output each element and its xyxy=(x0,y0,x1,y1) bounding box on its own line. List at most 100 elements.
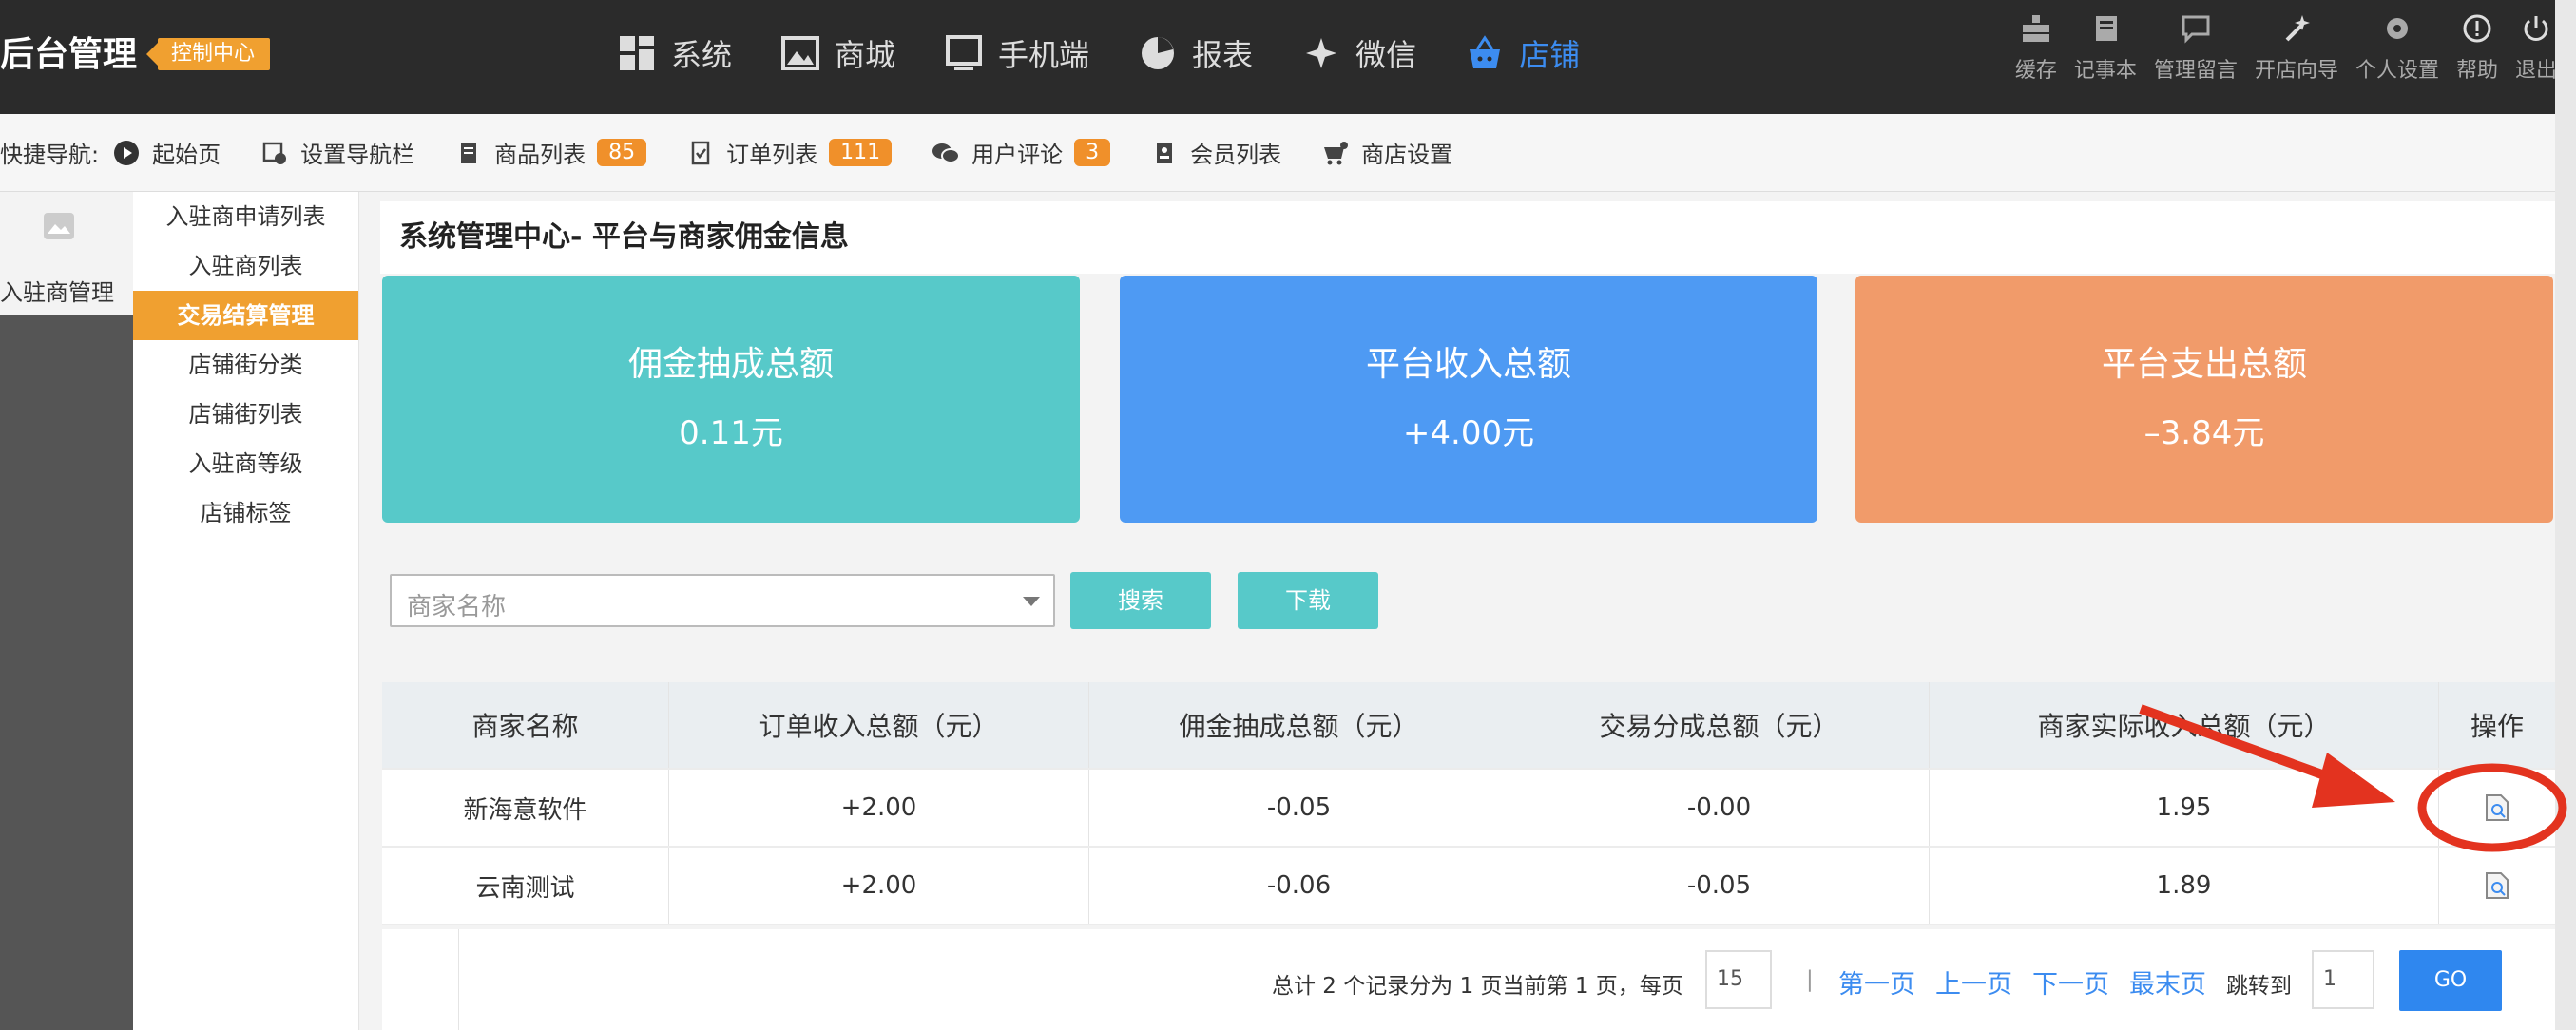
left-bar-merchant-label: 入驻商管理 xyxy=(0,279,114,306)
quick-nav-label: 快捷导航: xyxy=(0,142,100,168)
comment-icon xyxy=(932,139,961,167)
quick-nav-start[interactable]: 起始页 xyxy=(112,136,221,169)
table-header: 商家名称 订单收入总额（元） 佣金抽成总额（元） 交易分成总额（元） 商家实际收… xyxy=(382,682,2555,770)
tool-cache-label: 缓存 xyxy=(2014,59,2057,83)
nav-system-label: 系统 xyxy=(671,37,733,73)
quick-nav-orders[interactable]: 订单列表 111 xyxy=(686,136,893,169)
subnav-settlement-management[interactable]: 交易结算管理 xyxy=(133,291,358,340)
cell-actual-income: 1.95 xyxy=(1930,770,2439,846)
cell-commission: -0.05 xyxy=(1089,770,1509,846)
tool-logout-label: 退出 xyxy=(2514,59,2557,83)
subnav-street-categories[interactable]: 店铺街分类 xyxy=(133,340,358,390)
quick-nav-orders-label: 订单列表 xyxy=(726,142,818,168)
quick-nav-members[interactable]: 会员列表 xyxy=(1150,136,1281,169)
cell-commission: -0.06 xyxy=(1089,848,1509,924)
merchant-name-placeholder: 商家名称 xyxy=(407,593,507,621)
left-bar-merchant-management[interactable]: 入驻商管理 xyxy=(0,192,133,315)
main-content: 系统管理中心- 平台与商家佣金信息 佣金抽成总额 0.11元 平台收入总额 +4… xyxy=(380,201,2555,1030)
subnav-street-list[interactable]: 店铺街列表 xyxy=(133,390,358,439)
merchant-name-select[interactable]: 商家名称 xyxy=(390,574,1055,627)
col-transaction-share: 交易分成总额（元） xyxy=(1509,682,1930,768)
wechat-icon xyxy=(1302,34,1340,72)
nav-reports[interactable]: 报表 xyxy=(1139,25,1253,82)
first-page-link[interactable]: 第一页 xyxy=(1838,963,1915,1001)
tool-wizard-label: 开店向导 xyxy=(2254,59,2338,83)
view-detail-icon[interactable] xyxy=(2485,793,2509,822)
cell-actions xyxy=(2439,848,2555,924)
last-page-link[interactable]: 最末页 xyxy=(2129,963,2206,1001)
tool-messages-label: 管理留言 xyxy=(2153,59,2238,83)
scrollbar[interactable] xyxy=(2555,0,2576,1030)
subnav-merchant-applications[interactable]: 入驻商申请列表 xyxy=(133,192,358,241)
quick-nav-settings-label: 设置导航栏 xyxy=(300,142,415,168)
tool-notebook[interactable]: 记事本 xyxy=(2074,11,2137,84)
nav-mall-label: 商城 xyxy=(835,37,896,73)
chevron-down-icon xyxy=(1023,597,1040,606)
quick-nav-settings[interactable]: 设置导航栏 xyxy=(260,136,414,169)
table-row: 新海意软件 +2.00 -0.05 -0.00 1.95 xyxy=(382,770,2555,848)
search-button[interactable]: 搜索 xyxy=(1070,572,1211,629)
tool-help[interactable]: 帮助 xyxy=(2456,11,2498,84)
commission-table: 商家名称 订单收入总额（元） 佣金抽成总额（元） 交易分成总额（元） 商家实际收… xyxy=(382,682,2555,925)
quick-nav-goods[interactable]: 商品列表 85 xyxy=(454,136,647,169)
cell-order-income: +2.00 xyxy=(669,770,1089,846)
per-page-input[interactable]: 15 xyxy=(1705,950,1772,1009)
monitor-icon xyxy=(945,34,983,72)
left-icon-bar: 入驻商管理 xyxy=(0,192,133,1030)
cell-transaction-share: -0.05 xyxy=(1509,848,1930,924)
quick-nav-comments-label: 用户评论 xyxy=(971,142,1064,168)
quick-nav-shop-settings[interactable]: 商店设置 xyxy=(1321,136,1452,169)
help-icon xyxy=(2460,11,2494,46)
tool-logout[interactable]: 退出 xyxy=(2515,11,2557,84)
next-page-link[interactable]: 下一页 xyxy=(2032,963,2109,1001)
subnav-shop-tags[interactable]: 店铺标签 xyxy=(133,488,358,538)
cache-icon xyxy=(2019,11,2053,46)
play-icon xyxy=(112,139,141,167)
quick-nav-start-label: 起始页 xyxy=(152,142,221,168)
grid-icon xyxy=(618,34,656,72)
brand-title: 后台管理 xyxy=(0,35,138,74)
wizard-icon xyxy=(2279,11,2314,46)
nav-reports-label: 报表 xyxy=(1192,37,1254,73)
nav-system[interactable]: 系统 xyxy=(618,25,732,82)
tool-cache[interactable]: 缓存 xyxy=(2015,11,2057,84)
orders-count-badge: 111 xyxy=(829,139,893,166)
go-button[interactable]: GO xyxy=(2399,950,2502,1011)
platform-expense-card: 平台支出总额 –3.84元 xyxy=(1855,276,2553,523)
cell-merchant-name: 新海意软件 xyxy=(382,770,669,846)
prev-page-link[interactable]: 上一页 xyxy=(1935,963,2012,1001)
order-icon xyxy=(686,139,715,167)
image-icon xyxy=(781,34,820,72)
view-detail-icon[interactable] xyxy=(2485,871,2509,900)
control-center-badge[interactable]: 控制中心 xyxy=(145,38,271,70)
platform-expense-title: 平台支出总额 xyxy=(2101,345,2307,384)
nav-shop[interactable]: 店铺 xyxy=(1466,25,1580,82)
tool-help-label: 帮助 xyxy=(2455,59,2498,83)
nav-mobile[interactable]: 手机端 xyxy=(945,25,1089,82)
nav-settings-icon xyxy=(260,139,289,167)
quick-nav-shop-settings-label: 商店设置 xyxy=(1361,142,1453,168)
commission-total-card: 佣金抽成总额 0.11元 xyxy=(382,276,1080,523)
pie-chart-icon xyxy=(1139,34,1177,72)
subnav-merchant-list[interactable]: 入驻商列表 xyxy=(133,241,358,291)
shop-settings-icon xyxy=(1321,139,1350,167)
member-icon xyxy=(1150,139,1179,167)
quick-nav-comments[interactable]: 用户评论 3 xyxy=(932,136,1111,169)
nav-wechat[interactable]: 微信 xyxy=(1302,25,1416,82)
col-actual-income: 商家实际收入总额（元） xyxy=(1930,682,2439,768)
comments-count-badge: 3 xyxy=(1074,139,1111,166)
tool-settings[interactable]: 个人设置 xyxy=(2355,11,2439,84)
nav-mall[interactable]: 商城 xyxy=(781,25,895,82)
pager-summary: 总计 2 个记录分为 1 页当前第 1 页，每页 xyxy=(1272,974,1683,999)
tool-wizard[interactable]: 开店向导 xyxy=(2255,11,2338,84)
download-button[interactable]: 下载 xyxy=(1238,572,1378,629)
tool-messages[interactable]: 管理留言 xyxy=(2154,11,2238,84)
platform-expense-value: –3.84元 xyxy=(2143,414,2265,452)
goods-icon xyxy=(454,139,483,167)
power-icon xyxy=(2519,11,2553,46)
top-tools: 缓存 记事本 管理留言 开店向导 个人设置 帮助 退出 xyxy=(1998,11,2557,84)
quick-nav: 快捷导航: 起始页 设置导航栏 商品列表 85 订单列表 111 用户评论 3 … xyxy=(0,114,2576,192)
subnav-merchant-levels[interactable]: 入驻商等级 xyxy=(133,439,358,488)
top-bar: 后台管理 控制中心 系统 商城 手机端 报表 微信 店铺 缓存 记事本 管理留言… xyxy=(0,0,2576,114)
jump-page-input[interactable]: 1 xyxy=(2312,950,2374,1009)
